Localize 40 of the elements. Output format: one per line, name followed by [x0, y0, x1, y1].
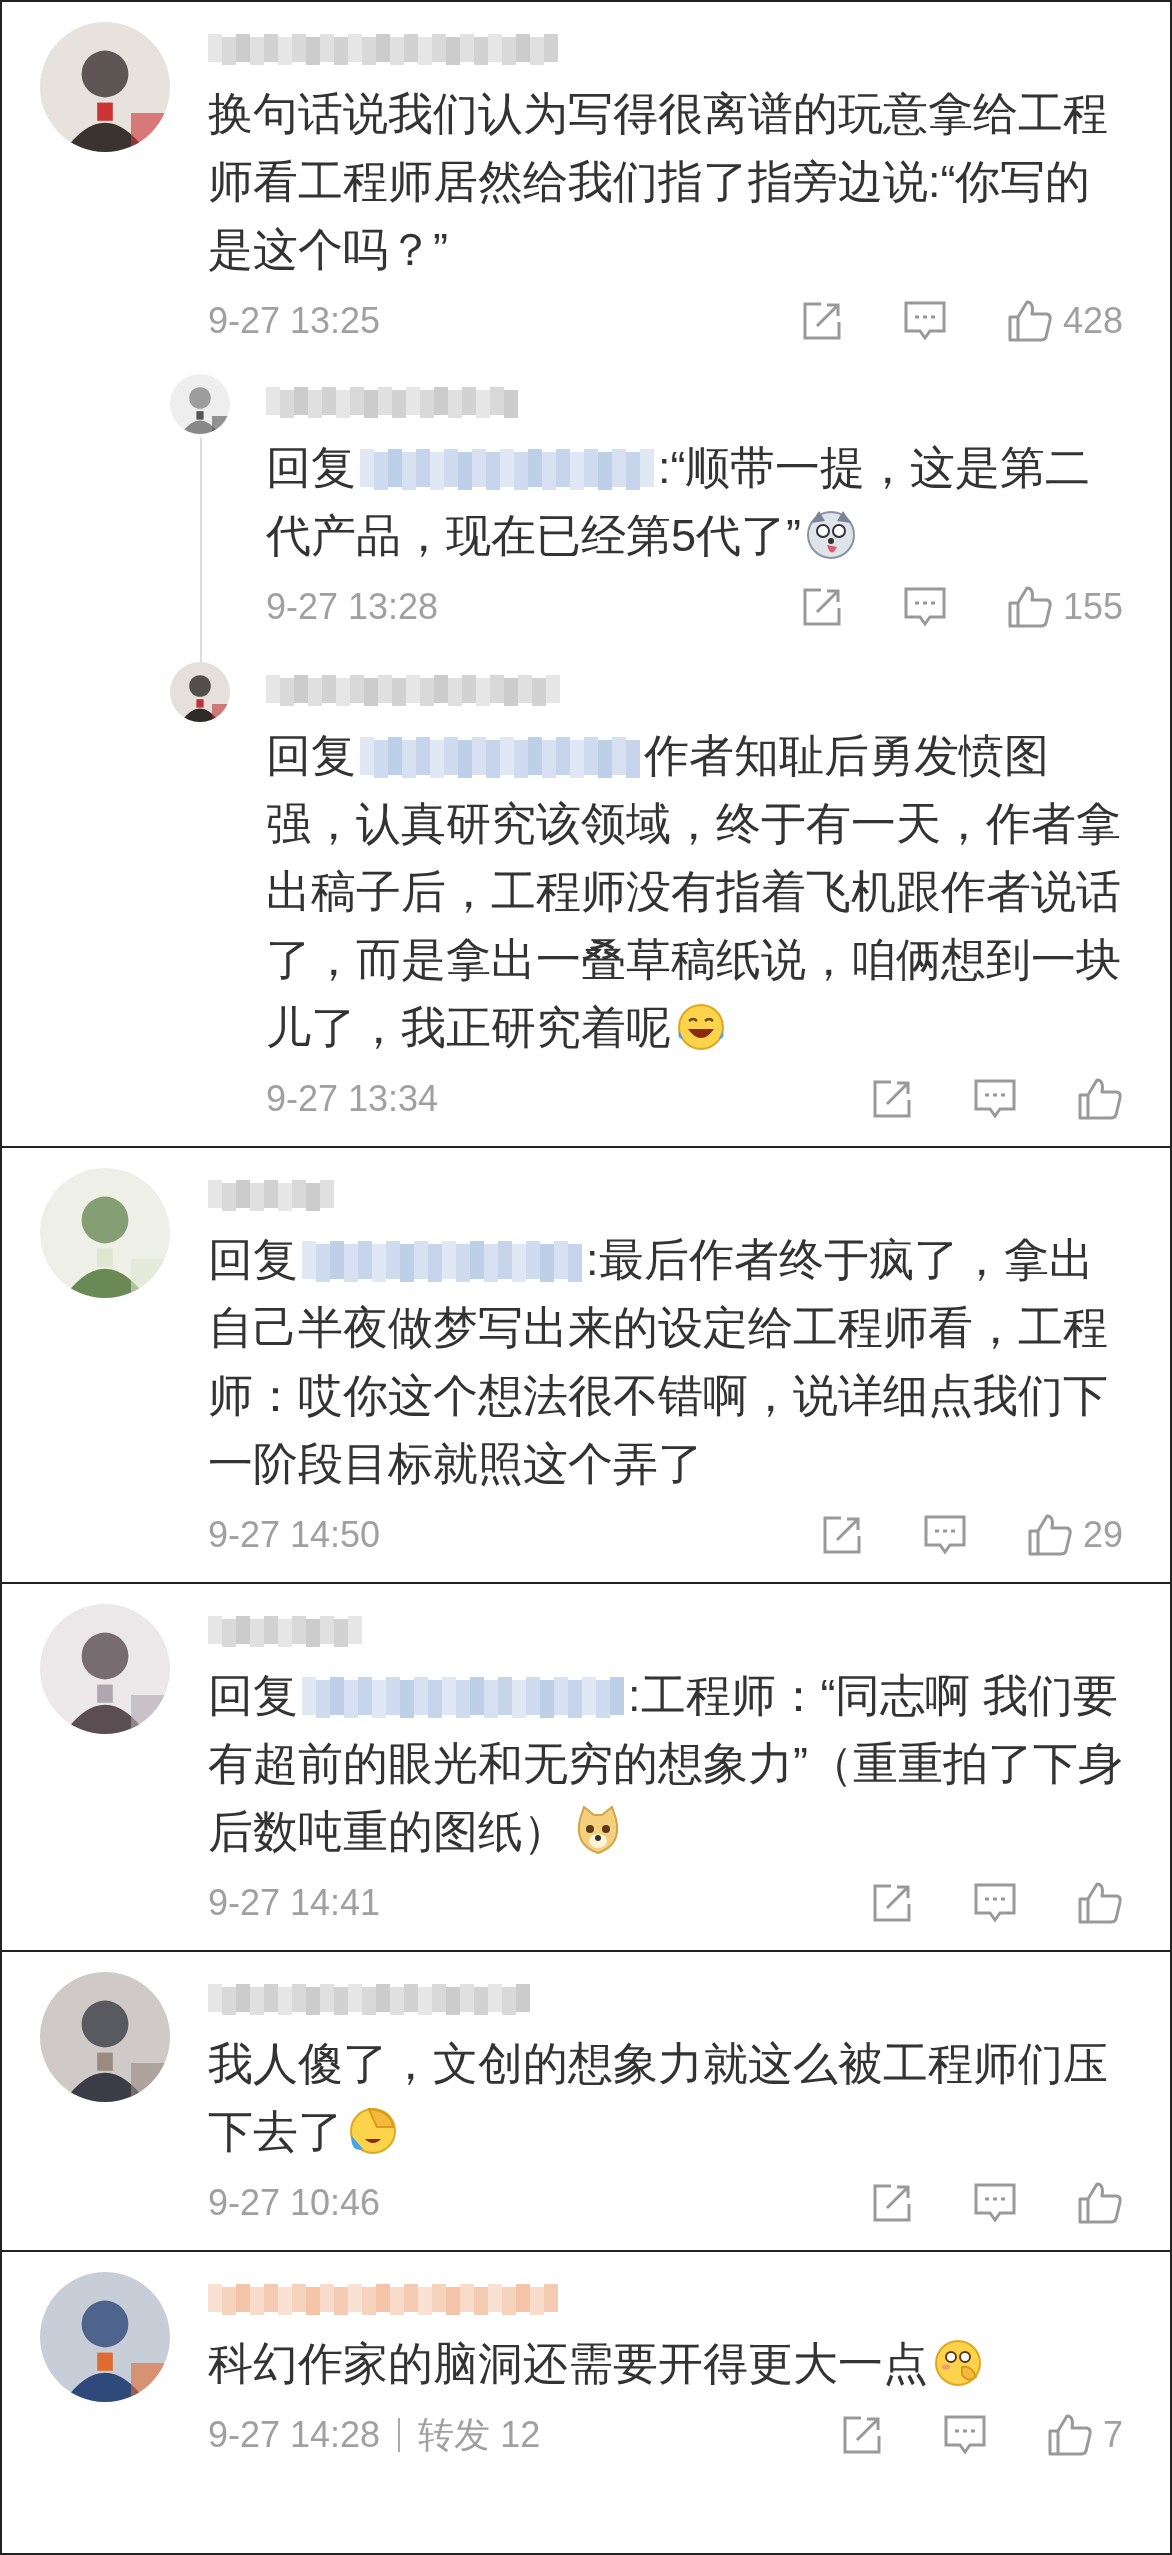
timestamp: 9-27 13:34 — [266, 1078, 439, 1120]
timestamp: 9-27 13:28 — [266, 586, 439, 628]
like-count: 428 — [1062, 300, 1123, 342]
like-count: 155 — [1062, 586, 1123, 628]
timestamp: 9-27 13:25 — [208, 300, 381, 342]
share-icon[interactable] — [871, 1882, 913, 1924]
share-icon[interactable] — [871, 2182, 913, 2224]
comment-icon[interactable] — [902, 300, 947, 342]
comment-icon[interactable] — [922, 1514, 967, 1556]
like-icon[interactable] — [1006, 299, 1053, 343]
like-icon[interactable] — [1026, 1513, 1073, 1557]
comment-icon[interactable] — [973, 2182, 1017, 2224]
comment-text: 回复 :工程师：“同志啊 我们要有超前的眼光和无穷的想象力”（重重拍了下身后数吨重的图纸） — [208, 1669, 1123, 1859]
comment-text: 换句话说我们认为写得很离谱的玩意拿给工程师看工程师居然给我们指了指旁边说:“你写的是这个吗？” — [208, 87, 1109, 277]
comment-icon[interactable] — [902, 586, 947, 628]
smiling-face-icon — [932, 2337, 984, 2389]
comment-text: 回复 :“顺带一提，这是第二代产品，现在已经第5代了” — [266, 441, 1092, 563]
laughing-face-icon — [675, 1001, 727, 1053]
like-icon[interactable] — [1046, 2413, 1093, 2457]
comment-icon[interactable] — [973, 1078, 1017, 1120]
comment-text: 回复 作者知耻后勇发愤图强，认真研究该领域，终于有一天，作者拿出稿子后，工程师没有指着飞机跟作者说话了，而是拿出一叠草稿纸说，咱俩想到一块儿了，我正研究着呢 — [266, 729, 1122, 1055]
timestamp: 9-27 14:28 — [208, 2414, 381, 2456]
like-count: 29 — [1082, 1514, 1123, 1556]
like-icon[interactable] — [1077, 1077, 1123, 1121]
like-count: 7 — [1102, 2414, 1123, 2456]
timestamp: 9-27 10:46 — [208, 2182, 381, 2224]
dog-face-icon — [805, 509, 857, 561]
comment-text: 我人傻了，文创的想象力就这么被工程师们压下去了 — [208, 2037, 1109, 2159]
like-icon[interactable] — [1077, 1881, 1123, 1925]
timestamp: 9-27 14:41 — [208, 1882, 381, 1924]
like-icon[interactable] — [1006, 585, 1053, 629]
comment-icon[interactable] — [942, 2414, 987, 2456]
comment-text: 科幻作家的脑洞还需要开得更大一点 — [208, 2330, 1123, 2398]
timestamp: 9-27 14:50 — [208, 1514, 381, 1556]
comment-icon[interactable] — [973, 1882, 1017, 1924]
repost-count[interactable]: 转发 12 — [418, 2410, 541, 2460]
comment-text: 回复 :最后作者终于疯了，拿出自己半夜做梦写出来的设定给工程师看，工程师：哎你这个想法很不错啊，说详细点我们下一阶段目标就照这个弄了 — [208, 1233, 1109, 1491]
crying-face-icon — [347, 2105, 399, 2157]
share-icon[interactable] — [871, 1078, 913, 1120]
like-icon[interactable] — [1077, 2181, 1123, 2225]
